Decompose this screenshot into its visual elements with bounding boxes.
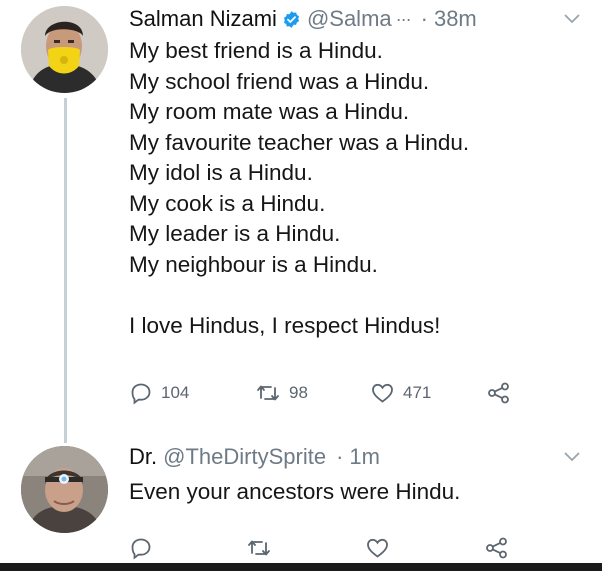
tweet-line: My leader is a Hindu.: [129, 221, 341, 246]
avatar[interactable]: [21, 446, 108, 533]
share-icon: [486, 537, 507, 559]
retweet-button[interactable]: [246, 536, 272, 560]
retweet-count: 98: [289, 383, 308, 402]
retweet-button[interactable]: 98: [255, 381, 308, 405]
dot-separator: ·: [336, 444, 344, 469]
tweet-line: My room mate was a Hindu.: [129, 99, 410, 124]
heart-icon: [367, 538, 388, 558]
tweet-line: My school friend was a Hindu.: [129, 68, 430, 94]
tweet-body: Even your ancestors were Hindu.: [129, 477, 460, 508]
tweet-line: I love Hindus, I respect Hindus!: [129, 312, 441, 338]
like-count: 471: [403, 383, 432, 402]
tweet-header: Salman Nizami @Salma ··· · 38m: [129, 6, 477, 32]
author-name[interactable]: Dr.: [129, 444, 157, 470]
tweet-reply[interactable]: Dr. @TheDirtySprite · 1m Even your ances…: [0, 440, 602, 571]
share-icon: [488, 382, 509, 404]
reply-bubble-icon: [131, 538, 151, 560]
tweet-timestamp[interactable]: 1m: [349, 444, 380, 470]
reply-count: 104: [161, 383, 190, 402]
avatar[interactable]: [21, 6, 108, 93]
retweet-icon: [248, 540, 270, 556]
verified-badge-icon: [283, 10, 299, 28]
avatar-man-mask-image: [21, 6, 108, 93]
chevron-down-icon[interactable]: [563, 13, 581, 25]
like-button[interactable]: 471: [370, 381, 431, 405]
tweet-line: My cook is a Hindu.: [129, 190, 326, 216]
tweet-line: My neighbour is a Hindu.: [129, 251, 378, 277]
avatar-person-headlamp-image: [21, 446, 108, 533]
reply-button[interactable]: 104: [129, 381, 189, 405]
like-button[interactable]: [365, 536, 390, 560]
tweet-header: Dr. @TheDirtySprite · 1m: [129, 444, 380, 470]
reply-button[interactable]: [129, 536, 153, 560]
bottom-edge-bar: [0, 563, 602, 571]
share-button[interactable]: [484, 536, 510, 560]
tweet-line: My idol is a Hindu.: [129, 160, 313, 185]
retweet-icon: [257, 385, 279, 401]
share-button[interactable]: [486, 381, 512, 405]
tweet-timestamp[interactable]: 38m: [434, 6, 477, 32]
tweet-original[interactable]: Salman Nizami @Salma ··· · 38m My best f…: [0, 0, 602, 440]
chevron-down-icon[interactable]: [563, 451, 581, 463]
handle-ellipsis: ···: [395, 8, 412, 29]
reply-bubble-icon: [131, 383, 151, 405]
tweet-line: My favourite teacher was a Hindu.: [129, 129, 470, 155]
tweet-line: My best friend is a Hindu.: [129, 38, 383, 63]
tweet-line: Even your ancestors were Hindu.: [129, 479, 461, 504]
author-name[interactable]: Salman Nizami: [129, 6, 277, 32]
author-handle[interactable]: @Salma: [307, 6, 392, 32]
tweet-body: My best friend is a Hindu. My school fri…: [129, 36, 469, 341]
heart-icon: [372, 383, 393, 403]
dot-separator: ·: [420, 6, 428, 31]
author-handle[interactable]: @TheDirtySprite: [163, 444, 326, 470]
